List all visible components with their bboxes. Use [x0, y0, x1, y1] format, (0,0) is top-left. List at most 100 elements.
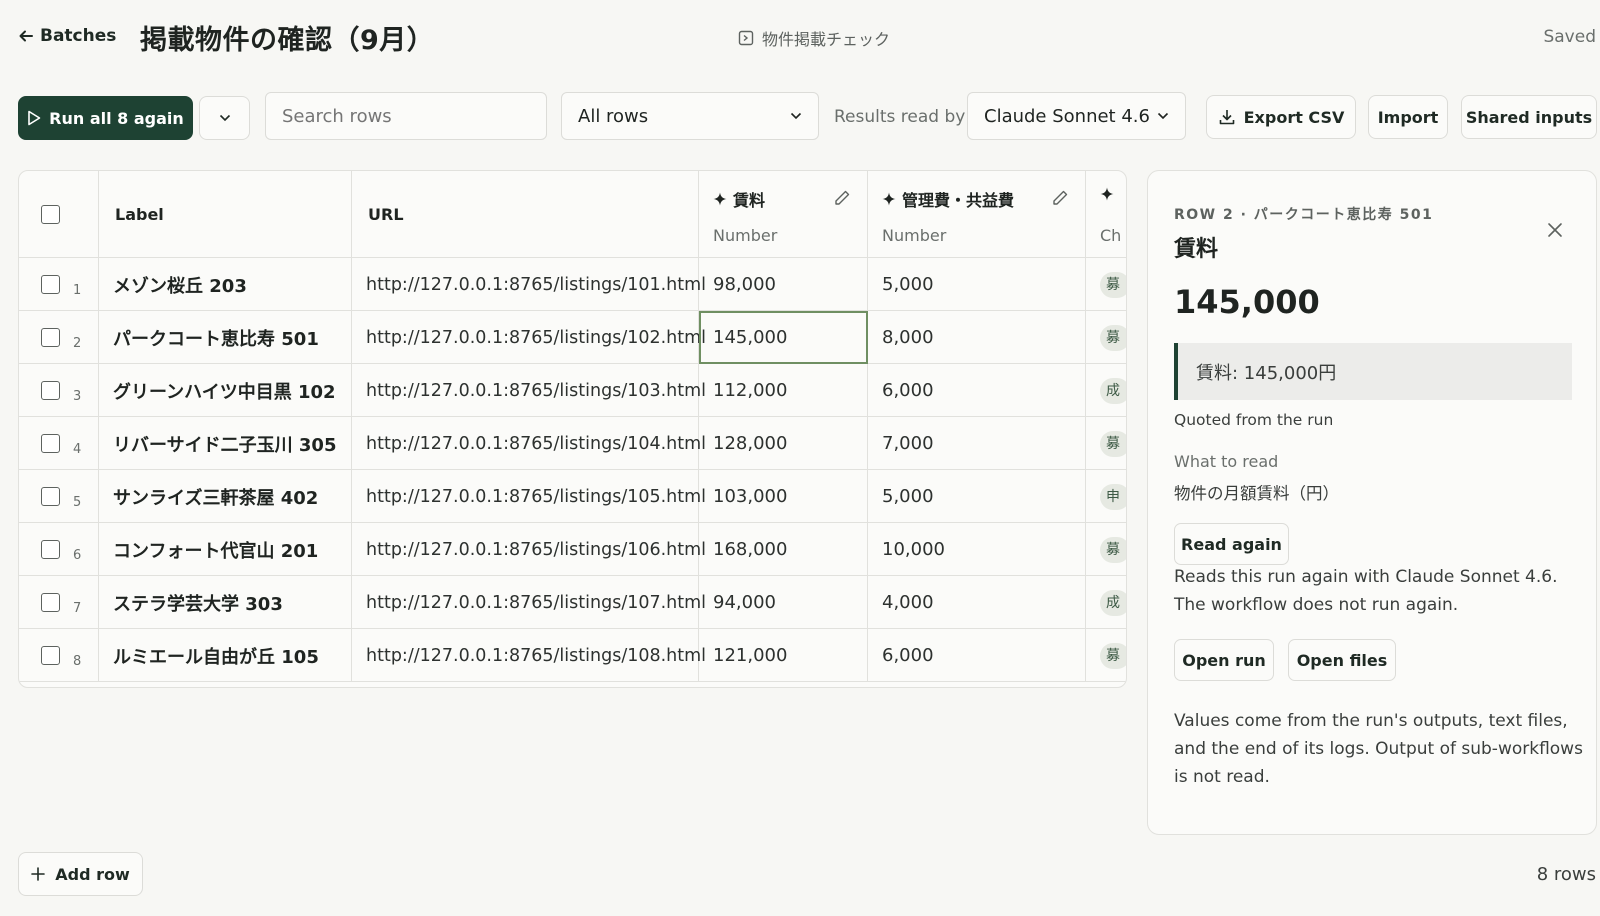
export-csv-button[interactable]: Export CSV: [1206, 95, 1356, 139]
cell-fee[interactable]: 6,000: [868, 629, 1086, 682]
row-select-cell[interactable]: 8: [19, 629, 99, 682]
row-number: 5: [73, 495, 82, 510]
row-select-cell[interactable]: 5: [19, 470, 99, 523]
cell-fee[interactable]: 8,000: [868, 311, 1086, 364]
row-filter-select[interactable]: All rows: [561, 92, 819, 140]
back-link-label: Batches: [40, 26, 117, 46]
cell-url[interactable]: http://127.0.0.1:8765/listings/106.html: [352, 523, 706, 576]
pencil-icon[interactable]: [833, 189, 851, 207]
search-input[interactable]: [265, 92, 547, 140]
row-number: 2: [73, 336, 82, 351]
row-checkbox[interactable]: [41, 434, 60, 453]
sparkle-icon: [713, 192, 727, 206]
plus-icon: [31, 867, 46, 881]
row-checkbox[interactable]: [41, 540, 60, 559]
cell-label[interactable]: コンフォート代官山 201: [99, 523, 352, 576]
open-run-button[interactable]: Open run: [1174, 639, 1274, 681]
column-header-label[interactable]: Label: [99, 171, 352, 258]
table-row[interactable]: 5 サンライズ三軒茶屋 402 http://127.0.0.1:8765/list…: [19, 470, 1126, 523]
shared-inputs-button[interactable]: Shared inputs: [1461, 95, 1597, 139]
cell-rent[interactable]: 128,000: [699, 417, 868, 470]
pencil-icon[interactable]: [1051, 189, 1069, 207]
row-checkbox[interactable]: [41, 593, 60, 612]
read-again-button[interactable]: Read again: [1174, 523, 1289, 565]
model-select[interactable]: Claude Sonnet 4.6: [967, 92, 1186, 140]
row-select-cell[interactable]: 7: [19, 576, 99, 629]
cell-rent[interactable]: 145,000: [699, 311, 868, 364]
column-header-status[interactable]: Ch: [1086, 171, 1126, 258]
sparkle-icon: [1100, 187, 1114, 201]
table-row[interactable]: 1 メゾン桜丘 203 http://127.0.0.1:8765/listings…: [19, 258, 1126, 311]
row-select-cell[interactable]: 6: [19, 523, 99, 576]
cell-url[interactable]: http://127.0.0.1:8765/listings/103.html: [352, 364, 706, 417]
open-files-button[interactable]: Open files: [1288, 639, 1396, 681]
column-header-url-text: URL: [368, 205, 404, 224]
column-header-fee-title: 管理費・共益費: [882, 187, 1014, 211]
row-select-cell[interactable]: 3: [19, 364, 99, 417]
run-all-button[interactable]: Run all 8 again: [18, 96, 193, 140]
cell-status[interactable]: 募: [1086, 523, 1126, 576]
row-checkbox[interactable]: [41, 487, 60, 506]
cell-label[interactable]: ルミエール自由が丘 105: [99, 629, 352, 682]
column-header-fee[interactable]: 管理費・共益費 Number: [868, 171, 1086, 258]
cell-label[interactable]: グリーンハイツ中目黒 102: [99, 364, 352, 417]
row-checkbox[interactable]: [41, 328, 60, 347]
cell-fee[interactable]: 7,000: [868, 417, 1086, 470]
cell-label[interactable]: メゾン桜丘 203: [99, 258, 352, 311]
cell-fee[interactable]: 10,000: [868, 523, 1086, 576]
import-label: Import: [1377, 107, 1439, 127]
table-row[interactable]: 7 ステラ学芸大学 303 http://127.0.0.1:8765/listin…: [19, 576, 1126, 629]
row-select-cell[interactable]: 2: [19, 311, 99, 364]
table-row[interactable]: 3 グリーンハイツ中目黒 102 http://127.0.0.1:8765/lis…: [19, 364, 1126, 417]
cell-rent[interactable]: 98,000: [699, 258, 868, 311]
cell-label[interactable]: サンライズ三軒茶屋 402: [99, 470, 352, 523]
cell-rent[interactable]: 121,000: [699, 629, 868, 682]
select-all-checkbox[interactable]: [41, 205, 60, 224]
cell-rent[interactable]: 112,000: [699, 364, 868, 417]
table-row[interactable]: 8 ルミエール自由が丘 105 http://127.0.0.1:8765/list…: [19, 629, 1126, 682]
cell-status[interactable]: 申: [1086, 470, 1126, 523]
back-to-batches-link[interactable]: Batches: [18, 26, 116, 46]
row-checkbox[interactable]: [41, 381, 60, 400]
cell-rent[interactable]: 168,000: [699, 523, 868, 576]
cell-url[interactable]: http://127.0.0.1:8765/listings/108.html: [352, 629, 706, 682]
table-row[interactable]: 2 パークコート恵比寿 501 http://127.0.0.1:8765/list…: [19, 311, 1126, 364]
column-header-rent[interactable]: 賃料 Number: [699, 171, 868, 258]
cell-url[interactable]: http://127.0.0.1:8765/listings/102.html: [352, 311, 706, 364]
row-checkbox[interactable]: [41, 275, 60, 294]
cell-fee[interactable]: 5,000: [868, 258, 1086, 311]
add-row-button[interactable]: Add row: [18, 852, 143, 896]
close-icon[interactable]: [1546, 221, 1564, 239]
cell-status[interactable]: 募: [1086, 258, 1126, 311]
table-row[interactable]: 6 コンフォート代官山 201 http://127.0.0.1:8765/list…: [19, 523, 1126, 576]
cell-status[interactable]: 成: [1086, 576, 1126, 629]
cell-label[interactable]: パークコート恵比寿 501: [99, 311, 352, 364]
column-header-url[interactable]: URL: [352, 171, 699, 258]
add-row-label: Add row: [55, 864, 130, 884]
row-select-cell[interactable]: 4: [19, 417, 99, 470]
cell-status[interactable]: 募: [1086, 629, 1126, 682]
shared-inputs-label: Shared inputs: [1465, 107, 1593, 127]
cell-url[interactable]: http://127.0.0.1:8765/listings/101.html: [352, 258, 706, 311]
cell-label[interactable]: ステラ学芸大学 303: [99, 576, 352, 629]
workflow-link[interactable]: 物件掲載チェック: [738, 26, 890, 50]
run-options-button[interactable]: [199, 96, 250, 140]
cell-fee[interactable]: 5,000: [868, 470, 1086, 523]
play-icon: [28, 110, 41, 126]
cell-status[interactable]: 募: [1086, 311, 1126, 364]
cell-url[interactable]: http://127.0.0.1:8765/listings/107.html: [352, 576, 706, 629]
cell-url[interactable]: http://127.0.0.1:8765/listings/105.html: [352, 470, 706, 523]
import-button[interactable]: Import: [1368, 95, 1448, 139]
status-badge: 募: [1100, 324, 1126, 351]
cell-rent[interactable]: 94,000: [699, 576, 868, 629]
cell-rent[interactable]: 103,000: [699, 470, 868, 523]
cell-fee[interactable]: 4,000: [868, 576, 1086, 629]
cell-url[interactable]: http://127.0.0.1:8765/listings/104.html: [352, 417, 706, 470]
cell-label[interactable]: リバーサイド二子玉川 305: [99, 417, 352, 470]
table-row[interactable]: 4 リバーサイド二子玉川 305 http://127.0.0.1:8765/lis…: [19, 417, 1126, 470]
cell-status[interactable]: 成: [1086, 364, 1126, 417]
row-select-cell[interactable]: 1: [19, 258, 99, 311]
row-checkbox[interactable]: [41, 646, 60, 665]
cell-fee[interactable]: 6,000: [868, 364, 1086, 417]
cell-status[interactable]: 募: [1086, 417, 1126, 470]
